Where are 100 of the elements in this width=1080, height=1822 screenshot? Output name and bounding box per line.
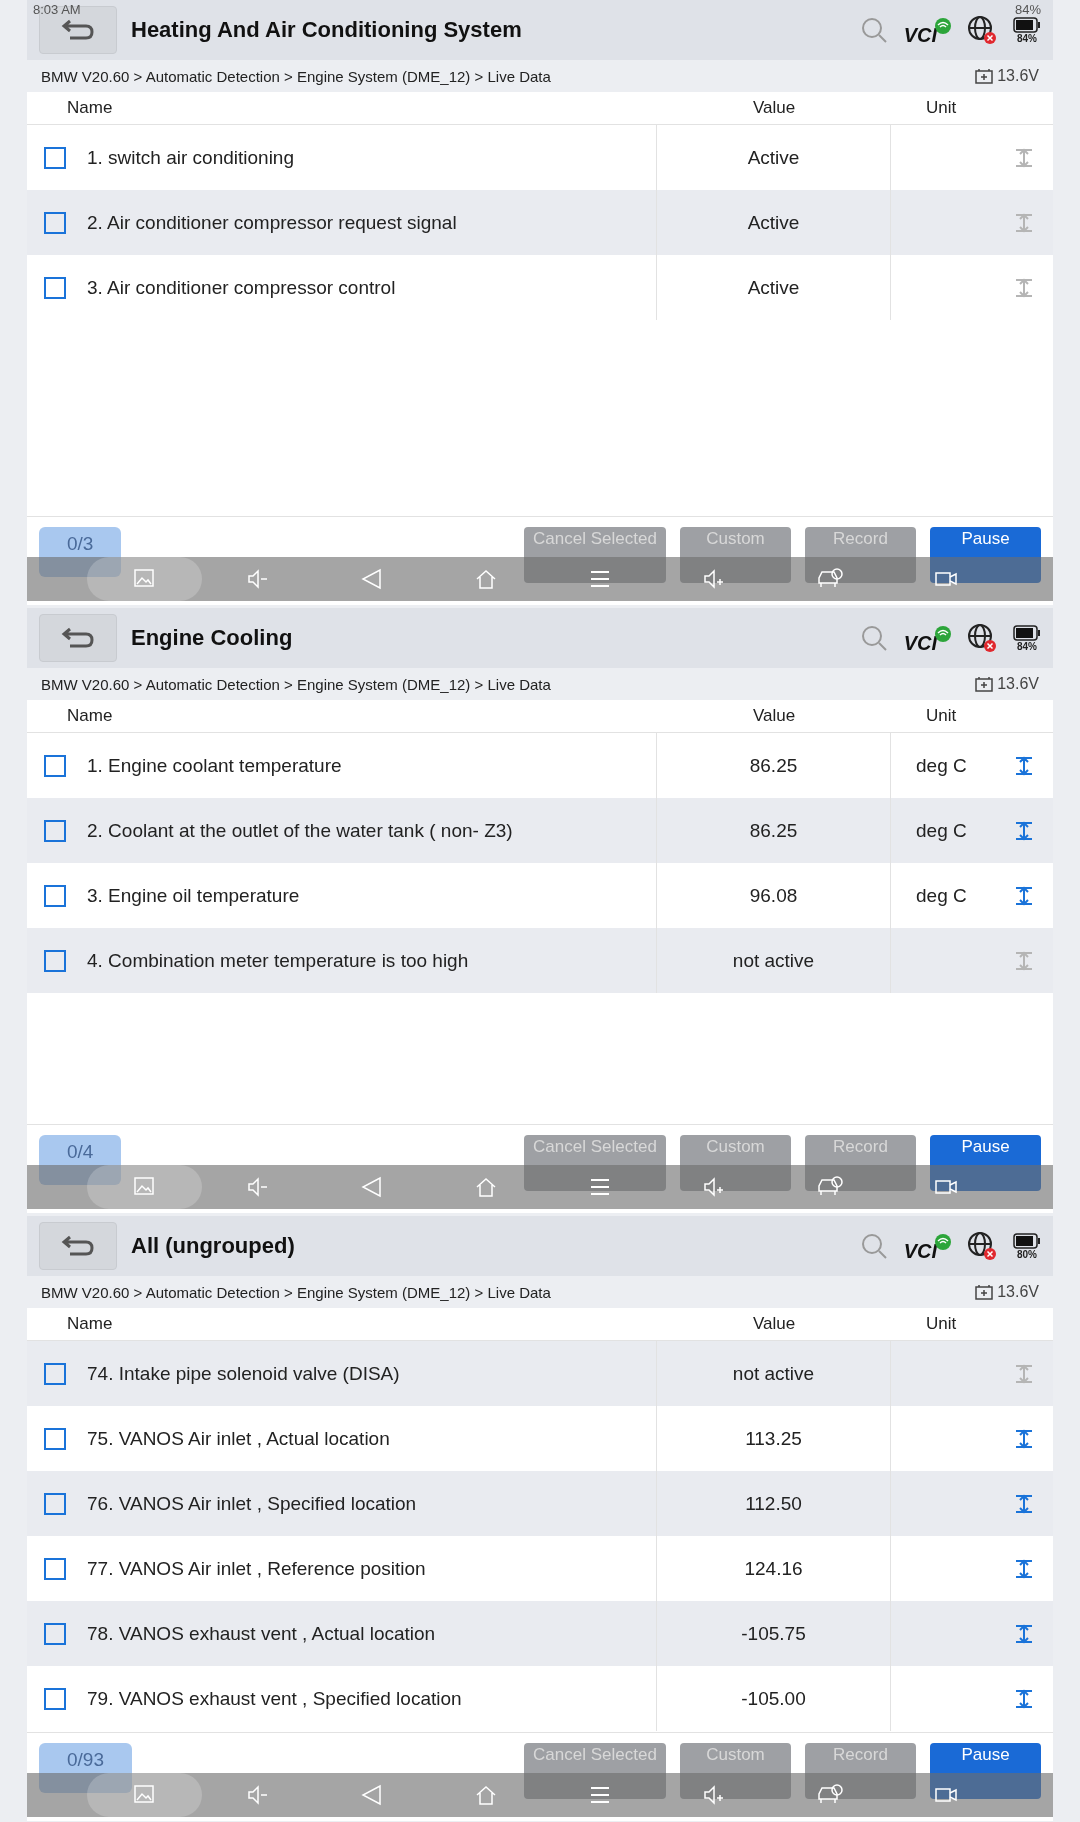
parameter-name: 78. VANOS exhaust vent , Actual location xyxy=(87,1622,436,1645)
wifi-icon xyxy=(935,17,951,34)
checkbox[interactable] xyxy=(44,949,66,972)
checkbox[interactable] xyxy=(44,884,66,907)
action-button[interactable]: Pause xyxy=(930,527,1041,583)
search-icon[interactable] xyxy=(859,1232,888,1260)
volume-up-icon[interactable] xyxy=(702,568,726,590)
back-icon[interactable] xyxy=(360,568,384,590)
checkbox[interactable] xyxy=(44,1362,66,1385)
graph-toggle-icon[interactable] xyxy=(1013,754,1035,777)
globe-icon[interactable] xyxy=(967,623,997,653)
graph-toggle-icon[interactable] xyxy=(1013,1362,1035,1385)
parameter-name: 1. Engine coolant temperature xyxy=(87,754,342,777)
search-icon[interactable] xyxy=(859,624,888,652)
battery-percent: 84% xyxy=(1017,32,1037,44)
parameter-value: Active xyxy=(747,211,800,234)
parameter-value: 113.25 xyxy=(745,1427,802,1450)
parameter-name: 77. VANOS Air inlet , Reference position xyxy=(87,1557,426,1580)
back-button[interactable] xyxy=(39,1222,117,1270)
volume-down-icon[interactable] xyxy=(246,568,270,590)
column-header: Unit xyxy=(925,98,957,118)
back-arrow-icon xyxy=(60,625,96,651)
back-arrow-icon xyxy=(60,1233,96,1259)
breadcrumb: BMW V20.60 > Automatic Detection > Engine System (DME_12) > Live Data xyxy=(41,675,551,693)
graph-toggle-icon[interactable] xyxy=(1013,884,1035,907)
action-button[interactable]: Pause xyxy=(930,1743,1041,1799)
graph-toggle-icon[interactable] xyxy=(1013,1427,1035,1450)
parameter-unit: deg C xyxy=(916,884,967,907)
parameter-name: 74. Intake pipe solenoid valve (DISA) xyxy=(87,1362,400,1385)
vci-label[interactable]: VCI xyxy=(903,1239,937,1263)
back-icon[interactable] xyxy=(360,1784,384,1806)
battery-percent: 80% xyxy=(1017,1248,1037,1260)
column-header: Unit xyxy=(925,706,957,726)
home-icon[interactable] xyxy=(474,568,498,590)
graph-toggle-icon[interactable] xyxy=(1013,819,1035,842)
checkbox[interactable] xyxy=(44,819,66,842)
volume-down-icon[interactable] xyxy=(246,1784,270,1806)
back-icon[interactable] xyxy=(360,1176,384,1198)
checkbox[interactable] xyxy=(44,211,66,234)
parameter-value: Active xyxy=(747,276,800,299)
graph-toggle-icon[interactable] xyxy=(1013,1622,1035,1645)
parameter-value: not active xyxy=(732,949,815,972)
screen-title: All (ungrouped) xyxy=(131,1233,296,1259)
back-arrow-icon xyxy=(60,17,96,43)
parameter-value: not active xyxy=(732,1362,815,1385)
menu-icon[interactable] xyxy=(588,568,612,590)
checkbox[interactable] xyxy=(44,1622,66,1645)
parameter-value: 96.08 xyxy=(749,884,798,907)
graph-toggle-icon[interactable] xyxy=(1013,276,1035,299)
graph-toggle-icon[interactable] xyxy=(1013,211,1035,234)
column-header: Name xyxy=(66,1314,114,1334)
status-time: 8:03 AM xyxy=(33,2,81,17)
car-battery-icon xyxy=(975,676,994,692)
car-battery-icon xyxy=(975,68,994,84)
checkbox[interactable] xyxy=(44,1492,66,1515)
parameter-name: 1. switch air conditioning xyxy=(87,146,294,169)
checkbox[interactable] xyxy=(44,754,66,777)
parameter-value: 112.50 xyxy=(745,1492,802,1515)
parameter-name: 76. VANOS Air inlet , Specified location xyxy=(87,1492,417,1515)
parameter-value: 124.16 xyxy=(744,1557,803,1580)
column-header: Unit xyxy=(925,1314,957,1334)
menu-icon[interactable] xyxy=(588,1784,612,1806)
vci-label[interactable]: VCI xyxy=(903,631,937,655)
parameter-name: 4. Combination meter temperature is too high xyxy=(87,949,469,972)
action-button[interactable]: Pause xyxy=(930,1135,1041,1191)
volume-up-icon[interactable] xyxy=(702,1176,726,1198)
checkbox[interactable] xyxy=(44,1557,66,1580)
selection-count: 0/3 xyxy=(39,527,122,577)
home-icon[interactable] xyxy=(474,1784,498,1806)
graph-toggle-icon[interactable] xyxy=(1013,146,1035,169)
vci-label[interactable]: VCI xyxy=(903,23,937,47)
parameter-name: 2. Coolant at the outlet of the water tank ( non- Z3) xyxy=(87,819,513,842)
menu-icon[interactable] xyxy=(588,1176,612,1198)
parameter-value: -105.75 xyxy=(741,1622,806,1645)
battery-icon xyxy=(1013,16,1041,33)
voltage-reading: 13.6V xyxy=(997,67,1039,85)
parameter-value: 86.25 xyxy=(749,754,798,777)
battery-percent: 84% xyxy=(1017,640,1037,652)
checkbox[interactable] xyxy=(44,276,66,299)
battery-icon xyxy=(1013,1232,1041,1249)
column-header: Name xyxy=(66,706,114,726)
checkbox[interactable] xyxy=(44,146,66,169)
graph-toggle-icon[interactable] xyxy=(1013,1492,1035,1515)
voltage-reading: 13.6V xyxy=(997,1283,1039,1301)
graph-toggle-icon[interactable] xyxy=(1013,1557,1035,1580)
volume-up-icon[interactable] xyxy=(702,1784,726,1806)
battery-icon xyxy=(1013,624,1041,641)
checkbox[interactable] xyxy=(44,1427,66,1450)
graph-toggle-icon[interactable] xyxy=(1013,1687,1035,1710)
home-icon[interactable] xyxy=(474,1176,498,1198)
column-header: Name xyxy=(66,98,114,118)
search-icon[interactable] xyxy=(859,16,888,44)
back-button[interactable] xyxy=(39,614,117,662)
globe-icon[interactable] xyxy=(967,1231,997,1261)
globe-icon[interactable] xyxy=(967,15,997,45)
parameter-unit: deg C xyxy=(916,819,967,842)
checkbox[interactable] xyxy=(44,1687,66,1710)
selection-count: 0/93 xyxy=(39,1743,132,1793)
volume-down-icon[interactable] xyxy=(246,1176,270,1198)
graph-toggle-icon[interactable] xyxy=(1013,949,1035,972)
